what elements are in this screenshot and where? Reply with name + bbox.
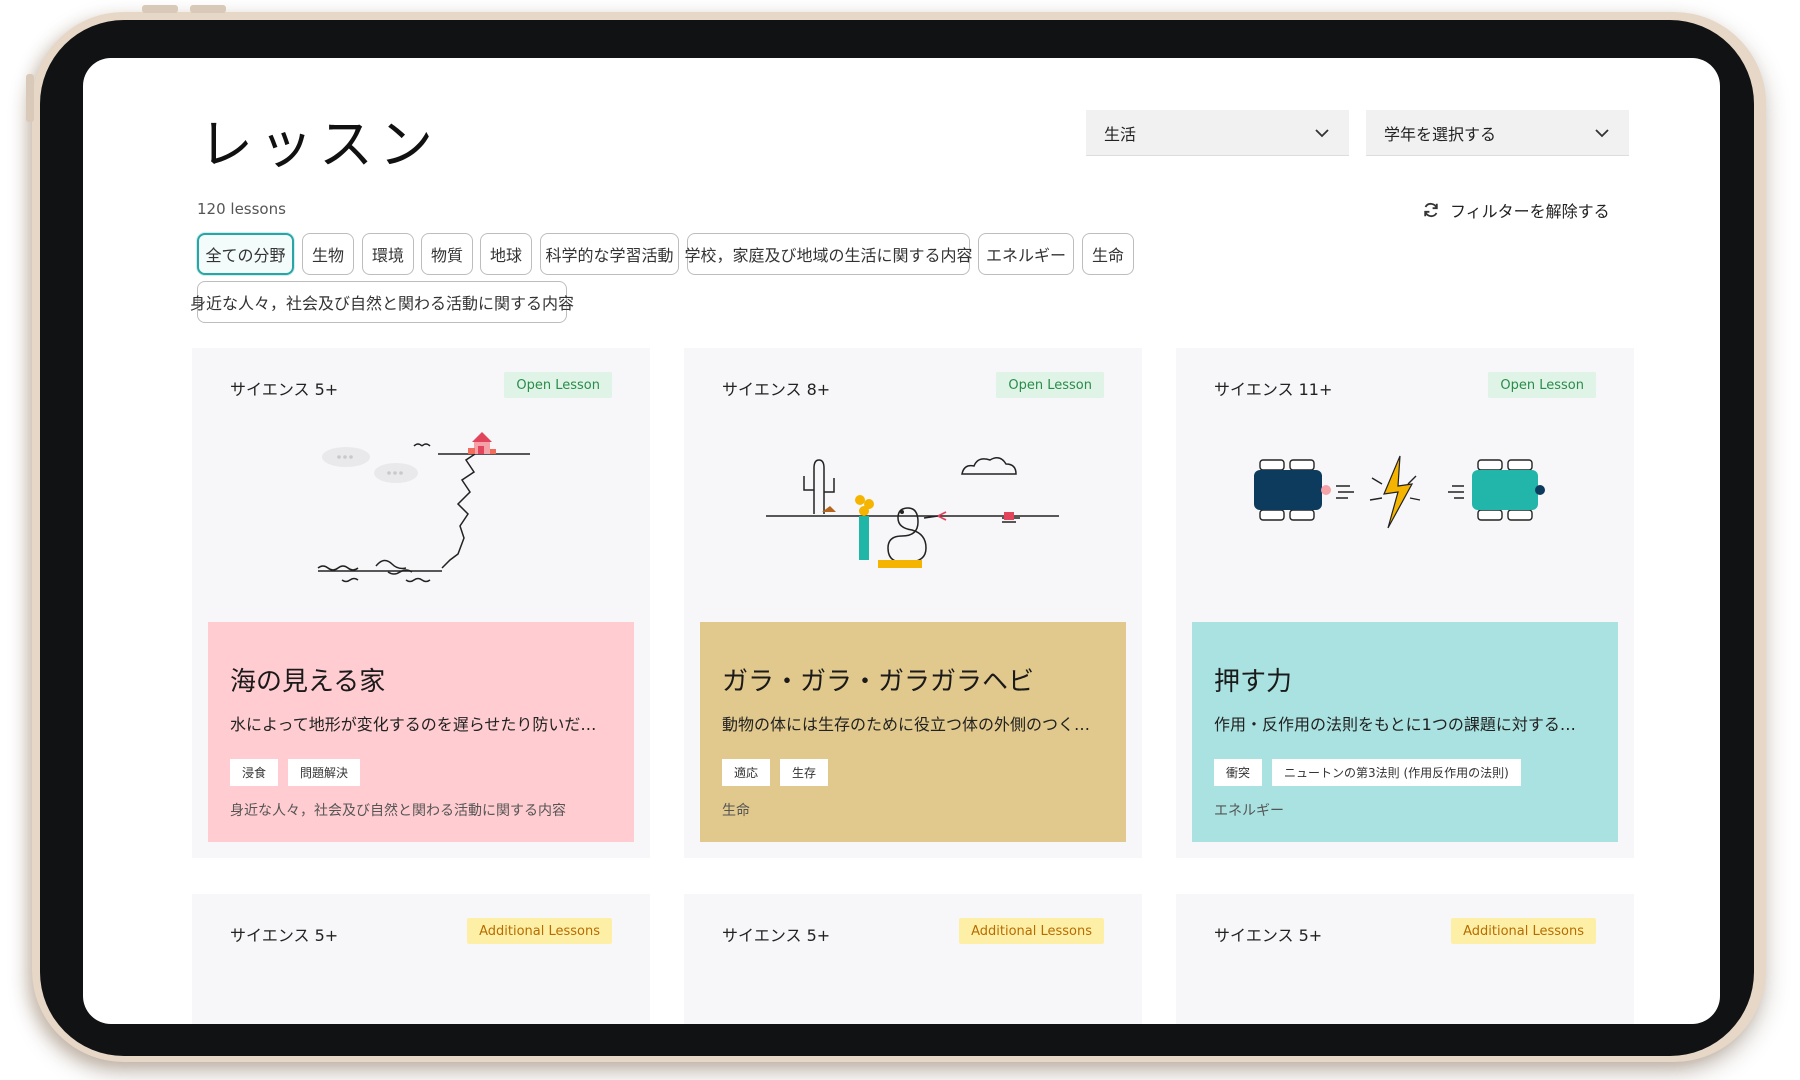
filter-chip-scientific-activities[interactable]: 科学的な学習活動 <box>540 233 679 275</box>
card-description: 動物の体には生存のために役立つ体の外側のつく… <box>722 714 1091 734</box>
card-title: ガラ・ガラ・ガラガラヘビ <box>722 667 1035 697</box>
additional-lessons-badge: Additional Lessons <box>467 918 612 944</box>
page-title: レッスン <box>199 113 439 176</box>
card-grade: サイエンス 5+ <box>1214 926 1323 945</box>
reset-filters-label: フィルターを解除する <box>1450 202 1610 221</box>
reset-filters-button[interactable]: フィルターを解除する <box>1422 198 1610 222</box>
power-button <box>26 74 34 122</box>
card-tag: 浸食 <box>230 758 279 786</box>
card-tag: ニュートンの第3法則 (作用反作用の法則) <box>1272 758 1521 786</box>
lesson-card[interactable]: サイエンス 5+ Open Lesson 海の見える家 水によって地形が変化する… <box>192 348 650 858</box>
volume-button <box>190 5 226 13</box>
filter-chip-biology[interactable]: 生物 <box>302 233 354 275</box>
grade-select[interactable]: 学年を選択する <box>1366 110 1629 156</box>
open-lesson-badge: Open Lesson <box>1488 372 1596 398</box>
filter-chip-earth[interactable]: 地球 <box>480 233 532 275</box>
filter-chip-school-home-community[interactable]: 学校，家庭及び地域の生活に関する内容 <box>685 233 973 275</box>
card-category: エネルギー <box>1214 802 1284 819</box>
card-info-panel: 海の見える家 水によって地形が変化するのを遅らせたり防いだ… 浸食 問題解決 身… <box>208 622 634 842</box>
desert-rattlesnake-illustration <box>766 457 1059 568</box>
chevron-down-icon <box>1315 128 1329 137</box>
filter-chip-all[interactable]: 全ての分野 <box>197 233 294 275</box>
card-grade: サイエンス 5+ <box>230 926 339 945</box>
filter-chip-people-society-nature[interactable]: 身近な人々，社会及び自然と関わる活動に関する内容 <box>190 281 574 323</box>
card-tag: 問題解決 <box>288 758 361 786</box>
card-title: 海の見える家 <box>230 667 386 697</box>
tablet-screen: レッスン 120 lessons 生活 学年を選択する フィルターを解除する 全… <box>83 58 1720 1024</box>
lessons-page: レッスン 120 lessons 生活 学年を選択する フィルターを解除する 全… <box>83 58 1720 1024</box>
lesson-card[interactable]: サイエンス 8+ Open Lesson ガラ・ガラ・ガラガラヘビ 動物の体には… <box>684 348 1142 858</box>
subject-select-value: 生活 <box>1104 124 1137 144</box>
card-tag: 衝突 <box>1214 758 1263 786</box>
colliding-robot-cars-illustration <box>1254 455 1545 529</box>
card-grade: サイエンス 5+ <box>722 926 831 945</box>
lesson-card[interactable]: サイエンス 5+ Additional Lessons <box>192 894 650 1024</box>
filter-chip-energy[interactable]: エネルギー <box>978 233 1074 275</box>
subject-select[interactable]: 生活 <box>1086 110 1349 156</box>
card-grade: サイエンス 5+ <box>230 380 339 399</box>
grade-select-value: 学年を選択する <box>1384 124 1497 144</box>
filter-chip-environment[interactable]: 環境 <box>362 233 414 275</box>
card-category: 身近な人々，社会及び自然と関わる活動に関する内容 <box>230 802 566 819</box>
card-category: 生命 <box>722 802 750 819</box>
additional-lessons-badge: Additional Lessons <box>959 918 1104 944</box>
card-grade: サイエンス 11+ <box>1214 380 1333 399</box>
card-tag: 適応 <box>722 758 771 786</box>
lesson-card[interactable]: サイエンス 5+ Additional Lessons <box>684 894 1142 1024</box>
lesson-card[interactable]: サイエンス 5+ Additional Lessons <box>1176 894 1634 1024</box>
open-lesson-badge: Open Lesson <box>996 372 1104 398</box>
chevron-down-icon <box>1595 128 1609 137</box>
lesson-count: 120 lessons <box>197 200 286 218</box>
open-lesson-badge: Open Lesson <box>504 372 612 398</box>
card-grade: サイエンス 8+ <box>722 380 831 399</box>
card-info-panel: ガラ・ガラ・ガラガラヘビ 動物の体には生存のために役立つ体の外側のつく… 適応 … <box>700 622 1126 842</box>
refresh-icon <box>1424 202 1438 218</box>
additional-lessons-badge: Additional Lessons <box>1451 918 1596 944</box>
card-info-panel: 押す力 作用・反作用の法則をもとに1つの課題に対する… 衝突 ニュートンの第3法… <box>1192 622 1618 842</box>
lesson-card[interactable]: サイエンス 11+ Open Lesson 押す力 作用・反作用の法則をもとに1… <box>1176 348 1634 858</box>
volume-button <box>142 5 178 13</box>
card-title: 押す力 <box>1214 667 1293 697</box>
card-description: 水によって地形が変化するのを遅らせたり防いだ… <box>230 714 597 734</box>
seaside-cliff-house-illustration <box>317 432 530 583</box>
filter-chip-life[interactable]: 生命 <box>1082 233 1134 275</box>
filter-chip-matter[interactable]: 物質 <box>421 233 473 275</box>
card-description: 作用・反作用の法則をもとに1つの課題に対する… <box>1214 714 1576 734</box>
card-tag: 生存 <box>780 758 829 786</box>
